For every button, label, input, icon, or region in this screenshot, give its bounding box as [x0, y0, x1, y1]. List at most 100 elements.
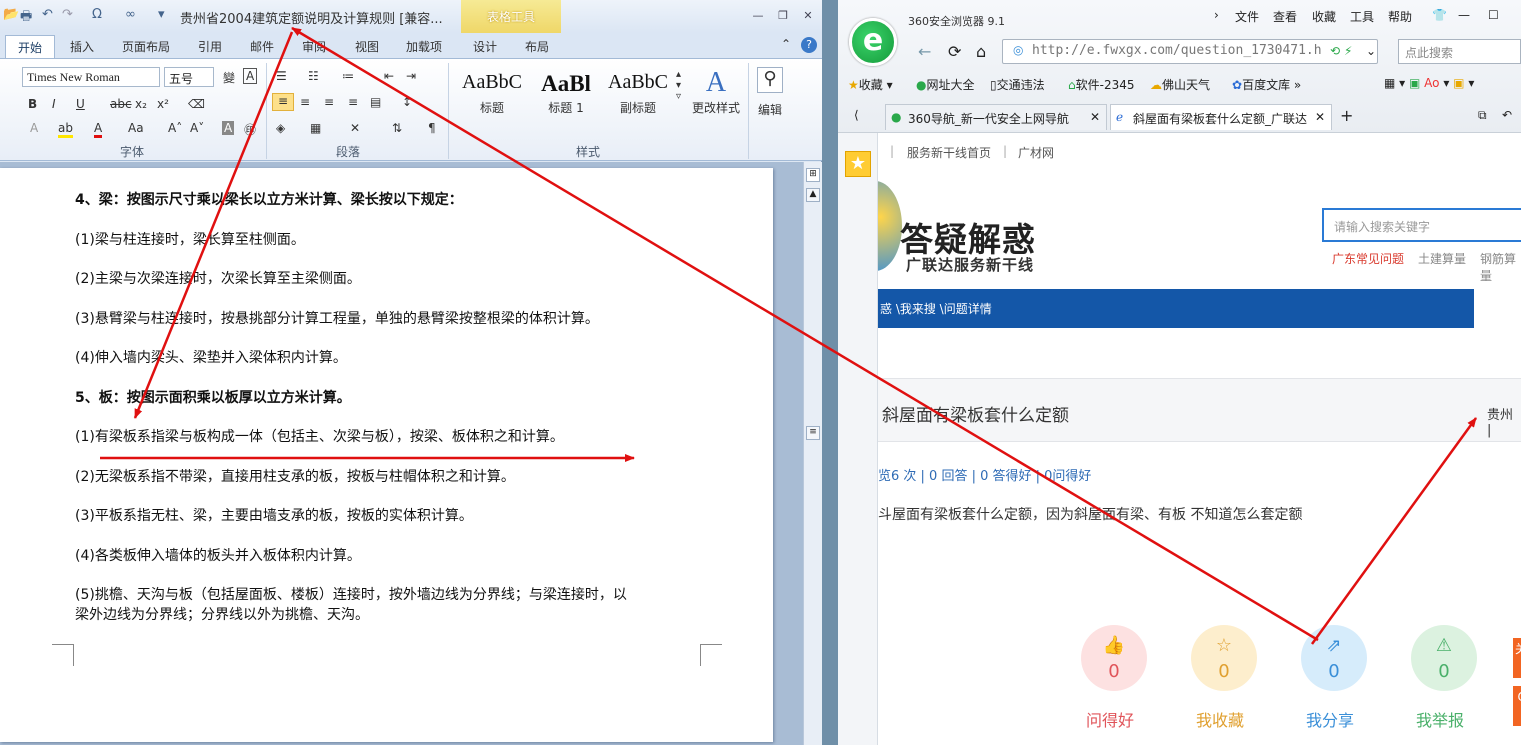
- vertical-scrollbar[interactable]: ⊞ ▲ ≡: [803, 162, 822, 745]
- numbering-icon[interactable]: ☷: [308, 69, 319, 83]
- paragraph[interactable]: (1)梁与柱连接时，梁长算至柱侧面。: [75, 230, 305, 250]
- share-button[interactable]: ⇗ 0: [1301, 625, 1367, 691]
- tab-layout[interactable]: 布局: [525, 38, 549, 55]
- styles-scroll-icon[interactable]: ▴ ▾ ▿: [676, 69, 681, 102]
- shrink-font-icon[interactable]: A˅: [190, 121, 204, 135]
- sort-icon[interactable]: ⇅: [392, 121, 402, 135]
- chinese-layout-icon[interactable]: ✕: [350, 121, 360, 135]
- grow-font-icon[interactable]: A˄: [168, 121, 182, 135]
- link-material[interactable]: 广材网: [1018, 144, 1054, 161]
- minimize-icon[interactable]: —: [750, 9, 766, 23]
- undo-close-icon[interactable]: ↶: [1502, 108, 1512, 122]
- minimize-icon[interactable]: —: [1458, 8, 1470, 22]
- paragraph[interactable]: 5、板：按图示面积乘以板厚以立方米计算。: [75, 388, 351, 408]
- qq-consult-button[interactable]: QQ咨询: [1513, 686, 1521, 726]
- menu-view[interactable]: 查看: [1273, 8, 1297, 25]
- enclose-char-icon[interactable]: ㊞: [244, 121, 256, 138]
- font-size-select[interactable]: 五号: [164, 67, 214, 87]
- action-label[interactable]: 问得好: [1086, 707, 1134, 731]
- symbol-icon[interactable]: Ω: [92, 7, 102, 22]
- align-right-icon[interactable]: ≡: [324, 95, 334, 109]
- italic-icon[interactable]: I: [52, 97, 56, 111]
- change-styles-button[interactable]: A 更改样式: [692, 67, 740, 116]
- fav-software[interactable]: ⌂软件-2345: [1068, 76, 1135, 93]
- change-case-icon[interactable]: Aa: [128, 121, 144, 135]
- text-effect-icon[interactable]: A: [30, 121, 38, 135]
- tab-home[interactable]: 开始: [5, 35, 56, 58]
- multilevel-list-icon[interactable]: ≔: [342, 69, 354, 83]
- close-tab-icon[interactable]: ✕: [1312, 110, 1325, 124]
- menu-tools[interactable]: 工具: [1350, 8, 1374, 25]
- align-left-icon[interactable]: ≡: [272, 93, 294, 111]
- style-heading-1[interactable]: AaBl 标题 1: [530, 67, 602, 125]
- site-search-input[interactable]: 请输入搜索关键字: [1322, 208, 1521, 242]
- paragraph[interactable]: (3)悬臂梁与柱连接时，按悬挑部分计算工程量，单独的悬臂梁按整根梁的体积计算。: [75, 309, 599, 329]
- tab-addins[interactable]: 加载项: [406, 38, 442, 55]
- collapse-ribbon-icon[interactable]: ⌃: [781, 37, 791, 51]
- fav-favorites[interactable]: ★收藏 ▾: [848, 76, 893, 93]
- fav-wenku[interactable]: ✿百度文库 »: [1232, 76, 1301, 93]
- restore-tabs-icon[interactable]: ⧉: [1478, 108, 1487, 123]
- char-shading-icon[interactable]: A: [222, 121, 235, 135]
- tab-page-layout[interactable]: 页面布局: [122, 38, 170, 55]
- home-icon[interactable]: ⌂: [976, 42, 986, 61]
- link-home[interactable]: 服务新干线首页: [907, 144, 991, 161]
- restore-icon[interactable]: ❐: [775, 9, 791, 23]
- action-label[interactable]: 我举报: [1416, 707, 1464, 731]
- bold-icon[interactable]: B: [28, 97, 37, 111]
- tab-insert[interactable]: 插入: [70, 38, 94, 55]
- address-dropdown-icon[interactable]: ⌄: [1366, 44, 1376, 58]
- bullets-icon[interactable]: ☰: [276, 69, 287, 83]
- speed-icon[interactable]: ⚡: [1344, 44, 1352, 58]
- sidebar-star-icon[interactable]: ★: [845, 151, 871, 177]
- security-icon[interactable]: ⟲: [1330, 44, 1340, 58]
- fav-weather[interactable]: ☁佛山天气: [1150, 76, 1210, 93]
- paragraph[interactable]: (4)各类板伸入墙体的板头并入板体积内计算。: [75, 546, 361, 566]
- print-icon[interactable]: 🖶: [20, 7, 32, 29]
- redo-icon[interactable]: ↷: [62, 7, 73, 22]
- strikethrough-icon[interactable]: abc: [110, 97, 132, 111]
- new-tab-icon[interactable]: +: [1340, 106, 1353, 125]
- browser-search-input[interactable]: 点此搜索: [1398, 39, 1521, 64]
- paragraph[interactable]: (1)有梁板系指梁与板构成一体（包括主、次梁与板），按梁、板体积之和计算。: [75, 427, 564, 447]
- shading-icon[interactable]: ◈: [276, 121, 285, 135]
- increase-indent-icon[interactable]: ⇥: [406, 69, 416, 83]
- action-label[interactable]: 我收藏: [1196, 707, 1244, 731]
- browser-tab-active[interactable]: ℯ 斜屋面有梁板套什么定额_广联达 ✕: [1110, 104, 1332, 130]
- superscript-icon[interactable]: x²: [157, 97, 169, 111]
- borders-icon[interactable]: ▦: [310, 121, 321, 135]
- scroll-up-icon[interactable]: ▲: [806, 188, 820, 202]
- skin-icon[interactable]: 👕: [1432, 8, 1447, 22]
- highlight-icon[interactable]: ab: [58, 121, 73, 138]
- tab-review[interactable]: 审阅: [302, 38, 326, 55]
- action-label[interactable]: 我分享: [1306, 707, 1354, 731]
- favorite-button[interactable]: ☆ 0: [1191, 625, 1257, 691]
- tab-references[interactable]: 引用: [198, 38, 222, 55]
- clear-format-icon[interactable]: ⌫: [188, 97, 205, 111]
- menu-file[interactable]: 文件: [1235, 8, 1259, 25]
- like-question-button[interactable]: 👍 0: [1081, 625, 1147, 691]
- tab-view[interactable]: 视图: [355, 38, 379, 55]
- decrease-indent-icon[interactable]: ⇤: [384, 69, 394, 83]
- underline-icon[interactable]: U: [76, 97, 85, 111]
- subscript-icon[interactable]: x₂: [135, 97, 147, 111]
- address-url[interactable]: http://e.fwxgx.com/question_1730471.h: [1032, 43, 1322, 58]
- paragraph[interactable]: 4、梁：按图示尺寸乘以梁长以立方米计算、梁长按以下规定：: [75, 190, 463, 210]
- menu-arrow-icon[interactable]: ›: [1214, 8, 1219, 22]
- line-spacing-icon[interactable]: ↕: [402, 95, 412, 109]
- paragraph[interactable]: (3)平板系指无柱、梁，主要由墙支承的板，按板的实体积计算。: [75, 506, 473, 526]
- close-icon[interactable]: ✕: [800, 9, 816, 23]
- show-marks-icon[interactable]: ¶: [428, 121, 436, 135]
- tab-design[interactable]: 设计: [473, 38, 497, 55]
- back-icon[interactable]: ←: [918, 42, 931, 61]
- fav-site-directory[interactable]: ●网址大全: [916, 76, 975, 93]
- scroll-thumb[interactable]: ≡: [806, 426, 820, 440]
- hot-link[interactable]: 土建算量: [1418, 250, 1466, 267]
- phonetic-icon[interactable]: 變: [223, 69, 235, 86]
- browser-tab[interactable]: ● 360导航_新一代安全上网导航 ✕: [885, 104, 1107, 130]
- font-color-icon[interactable]: A: [94, 121, 103, 138]
- follow-us-button[interactable]: 关注我们: [1513, 638, 1521, 678]
- justify-icon[interactable]: ≡: [348, 95, 358, 109]
- close-tab-icon[interactable]: ✕: [1090, 110, 1100, 124]
- hot-link[interactable]: 广东常见问题: [1332, 250, 1404, 267]
